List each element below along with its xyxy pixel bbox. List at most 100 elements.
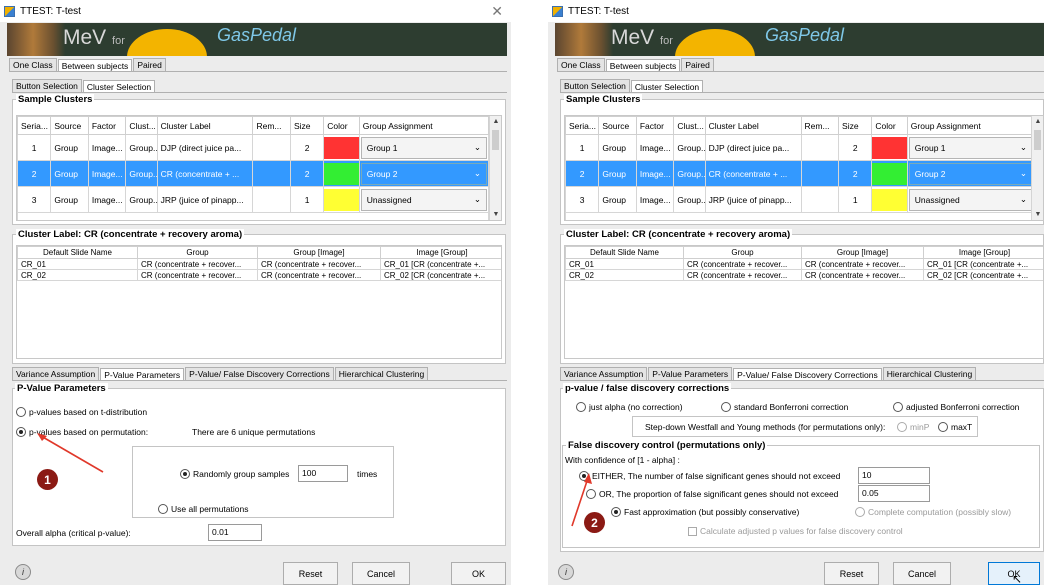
table-row[interactable]: CR_02 CR (concentrate + recover... CR (c…: [17, 269, 501, 281]
group-assignment-select[interactable]: Group 2 ⌄: [908, 162, 1033, 185]
false-genes-proportion-input[interactable]: 0.05: [858, 485, 930, 502]
radio-icon[interactable]: [158, 504, 168, 514]
table-row[interactable]: CR_02 CR (concentrate + recover... CR (c…: [565, 269, 1043, 281]
option-bonferroni[interactable]: standard Bonferroni correction: [721, 402, 848, 412]
col-group-image[interactable]: Group [Image]: [257, 246, 381, 259]
table-row[interactable]: 3 Group Image... Group... JRP (juice of …: [565, 186, 1036, 213]
ok-button[interactable]: OK: [451, 562, 506, 585]
sample-clusters-table[interactable]: Seria... Source Factor Clust... Cluster …: [16, 115, 502, 221]
tab-button-selection[interactable]: Button Selection: [560, 79, 630, 92]
col-slide-name[interactable]: Default Slide Name: [17, 246, 138, 259]
radio-icon[interactable]: [16, 407, 26, 417]
group-assignment-select[interactable]: Group 1 ⌄: [360, 136, 487, 159]
radio-selected-icon[interactable]: [180, 469, 190, 479]
cancel-button[interactable]: Cancel: [893, 562, 951, 585]
col-size[interactable]: Size: [289, 116, 325, 135]
color-swatch[interactable]: [324, 136, 359, 159]
option-either[interactable]: EITHER, The number of false significant …: [579, 471, 840, 481]
option-maxt[interactable]: maxT: [938, 422, 972, 432]
color-swatch[interactable]: [324, 162, 359, 185]
col-serial[interactable]: Seria...: [17, 116, 52, 135]
col-slide-name[interactable]: Default Slide Name: [565, 246, 684, 259]
col-remove[interactable]: Rem...: [252, 116, 291, 135]
scroll-up-icon[interactable]: ▲: [490, 118, 501, 125]
col-remove[interactable]: Rem...: [800, 116, 840, 135]
col-size[interactable]: Size: [838, 116, 873, 135]
tab-one-class[interactable]: One Class: [9, 58, 57, 71]
color-swatch[interactable]: [872, 136, 907, 159]
tab-paired[interactable]: Paired: [133, 58, 166, 71]
tab-variance-assumption[interactable]: Variance Assumption: [560, 367, 648, 380]
table-row[interactable]: CR_01 CR (concentrate + recover... CR (c…: [17, 258, 501, 270]
reset-button[interactable]: Reset: [824, 562, 879, 585]
tab-button-selection[interactable]: Button Selection: [12, 79, 82, 92]
tab-variance-assumption[interactable]: Variance Assumption: [12, 367, 100, 380]
vertical-scrollbar[interactable]: ▲ ▼: [489, 116, 501, 220]
col-cluster-label[interactable]: Cluster Label: [156, 116, 254, 135]
col-source[interactable]: Source: [50, 116, 89, 135]
table-row[interactable]: 1 Group Image... Group... DJP (direct ju…: [17, 134, 490, 161]
scroll-up-icon[interactable]: ▲: [1032, 118, 1043, 125]
group-assignment-select[interactable]: Group 2 ⌄: [360, 162, 487, 185]
col-source[interactable]: Source: [598, 116, 637, 135]
col-group[interactable]: Group: [137, 246, 258, 259]
tab-one-class[interactable]: One Class: [557, 58, 605, 71]
radio-selected-icon[interactable]: [16, 427, 26, 437]
reset-button[interactable]: Reset: [283, 562, 338, 585]
info-icon[interactable]: i: [558, 564, 574, 580]
alpha-input[interactable]: 0.01: [208, 524, 262, 541]
radio-icon[interactable]: [938, 422, 948, 432]
col-factor[interactable]: Factor: [87, 116, 127, 135]
random-permutations-input[interactable]: 100: [298, 465, 348, 482]
col-group[interactable]: Group: [683, 246, 802, 259]
option-adjusted-bonferroni[interactable]: adjusted Bonferroni correction: [893, 402, 1019, 412]
group-assignment-select[interactable]: Unassigned ⌄: [360, 188, 487, 211]
scroll-down-icon[interactable]: ▼: [490, 211, 501, 218]
radio-disabled-icon[interactable]: [897, 422, 907, 432]
calc-adjusted-checkbox[interactable]: Calculate adjusted p values for false di…: [688, 526, 903, 536]
col-image-group[interactable]: Image [Group]: [923, 246, 1043, 259]
table-row[interactable]: 1 Group Image... Group... DJP (direct ju…: [565, 134, 1036, 161]
col-group-assignment[interactable]: Group Assignment: [906, 116, 1036, 135]
tab-fdr-corrections[interactable]: P-Value/ False Discovery Corrections: [185, 367, 334, 380]
option-t-distribution[interactable]: p-values based on t-distribution: [16, 407, 147, 417]
option-fast-approximation[interactable]: Fast approximation (but possibly conserv…: [611, 507, 799, 517]
col-color[interactable]: Color: [871, 116, 908, 135]
scroll-thumb[interactable]: [1034, 130, 1041, 150]
option-random-group[interactable]: Randomly group samples: [180, 469, 289, 479]
col-group-assignment[interactable]: Group Assignment: [358, 116, 490, 135]
col-factor[interactable]: Factor: [635, 116, 675, 135]
cancel-button[interactable]: Cancel: [352, 562, 410, 585]
col-serial[interactable]: Seria...: [565, 116, 600, 135]
vertical-scrollbar[interactable]: ▲ ▼: [1031, 116, 1043, 220]
option-minp[interactable]: minP: [897, 422, 929, 432]
col-cluster-label[interactable]: Cluster Label: [704, 116, 802, 135]
table-row[interactable]: 3 Group Image... Group... JRP (juice of …: [17, 186, 490, 213]
group-assignment-select[interactable]: Group 1 ⌄: [908, 136, 1033, 159]
option-or[interactable]: OR, The proportion of false significant …: [586, 489, 838, 499]
cluster-members-table[interactable]: Default Slide Name Group Group [Image] I…: [564, 245, 1044, 359]
col-image-group[interactable]: Image [Group]: [380, 246, 501, 259]
color-swatch[interactable]: [872, 162, 907, 185]
color-swatch[interactable]: [324, 188, 359, 211]
col-cluster[interactable]: Clust...: [673, 116, 706, 135]
option-all-permutations[interactable]: Use all permutations: [158, 504, 248, 514]
radio-selected-icon[interactable]: [611, 507, 621, 517]
radio-disabled-icon[interactable]: [855, 507, 865, 517]
col-group-image[interactable]: Group [Image]: [801, 246, 924, 259]
tab-hierarchical-clustering[interactable]: Hierarchical Clustering: [334, 367, 429, 380]
col-cluster[interactable]: Clust...: [125, 116, 158, 135]
table-row[interactable]: CR_01 CR (concentrate + recover... CR (c…: [565, 258, 1043, 270]
cluster-members-table[interactable]: Default Slide Name Group Group [Image] I…: [16, 245, 502, 359]
radio-icon[interactable]: [893, 402, 903, 412]
checkbox-icon[interactable]: [688, 526, 697, 536]
color-swatch[interactable]: [872, 188, 907, 211]
scroll-down-icon[interactable]: ▼: [1032, 211, 1043, 218]
sample-clusters-table[interactable]: Seria... Source Factor Clust... Cluster …: [564, 115, 1044, 221]
tab-p-value-parameters[interactable]: P-Value Parameters: [648, 367, 733, 380]
group-assignment-select[interactable]: Unassigned ⌄: [908, 188, 1033, 211]
col-color[interactable]: Color: [323, 116, 360, 135]
table-row-selected[interactable]: 2 Group Image... Group... CR (concentrat…: [17, 160, 490, 187]
info-icon[interactable]: i: [15, 564, 31, 580]
option-just-alpha[interactable]: just alpha (no correction): [576, 402, 683, 412]
